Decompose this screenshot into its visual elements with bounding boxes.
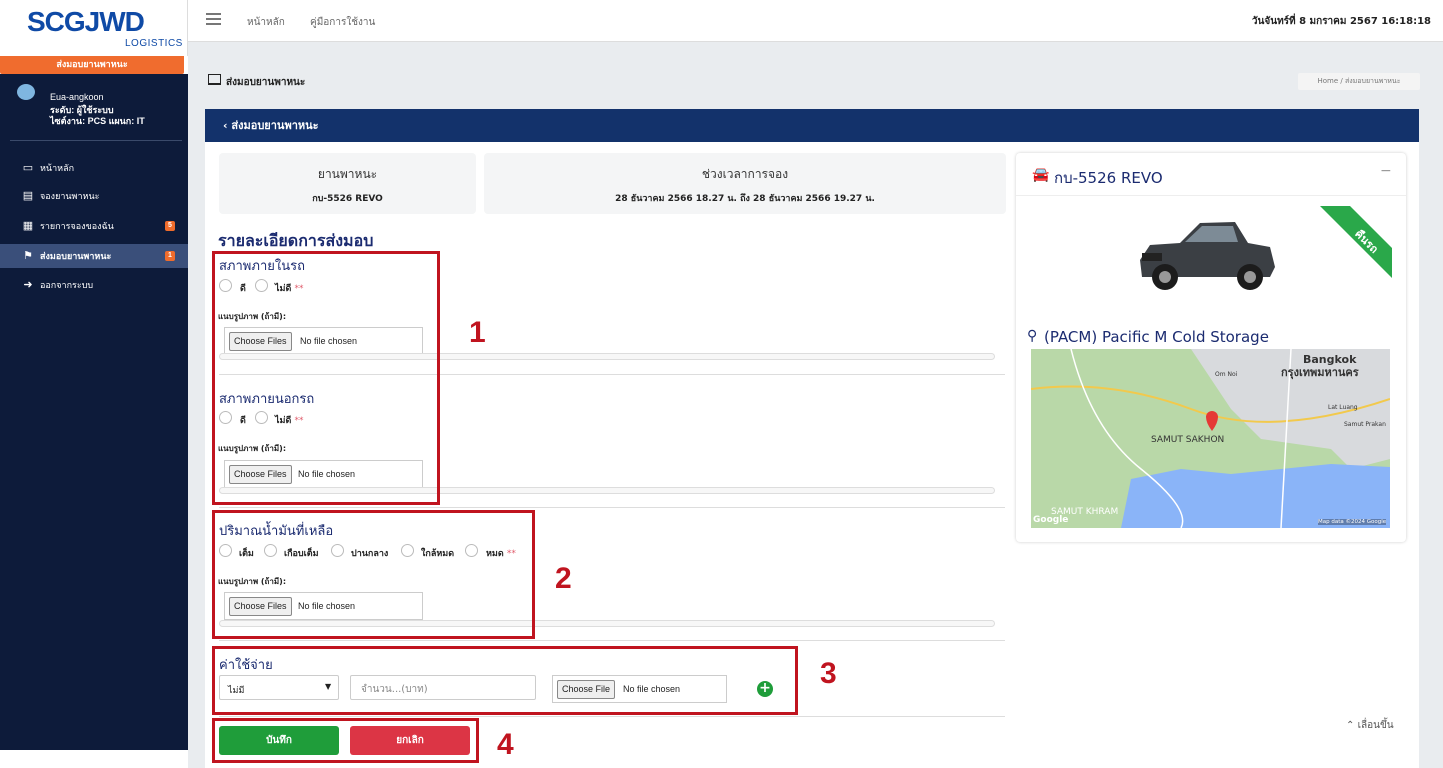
- sidebar-item-label: ส่งมอบยานพาหนะ: [40, 251, 112, 261]
- sidebar-item-logout[interactable]: ➜ ออกจากระบบ: [0, 273, 188, 297]
- annotation-box-1: [212, 251, 440, 505]
- brand-bar: ส่งมอบยานพาหนะ: [0, 56, 184, 74]
- card-title-text: ส่งมอบยานพาหนะ: [231, 119, 319, 132]
- user-site: ไซต์งาน: PCS แผนก: IT: [50, 116, 145, 126]
- annotation-box-2: [212, 510, 535, 639]
- monitor-icon: ▭: [22, 162, 34, 174]
- divider: [219, 716, 1005, 717]
- user-name: Eua-angkoon: [50, 92, 104, 102]
- monitor-icon: [208, 74, 221, 85]
- map-label: Lat Luang: [1328, 404, 1358, 411]
- booking-box: ช่วงเวลาการจอง 28 ธันวาคม 2566 18.27 น. …: [484, 153, 1006, 214]
- home-link[interactable]: หน้าหลัก: [247, 15, 285, 30]
- logo-subtext: LOGISTICS: [125, 38, 183, 49]
- map-label: Samut Prakan: [1344, 421, 1386, 428]
- user-panel: Eua-angkoon ระดับ: ผู้ใช้ระบบ ไซต์งาน: P…: [0, 84, 188, 140]
- vehicle-value: กบ-5526 REVO: [312, 194, 383, 204]
- annotation-number-2: 2: [555, 562, 572, 595]
- sidebar-item-label: หน้าหลัก: [40, 163, 75, 173]
- map-label: กรุงเทพมหานคร: [1281, 366, 1359, 379]
- divider: [219, 507, 1005, 508]
- page-title: ส่งมอบยานพาหนะ: [226, 77, 306, 88]
- card-title: ‹ ส่งมอบยานพาหนะ: [223, 119, 319, 132]
- sidebar-item-home[interactable]: ▭ หน้าหลัก: [0, 156, 188, 180]
- brand-logo[interactable]: SCGJWD LOGISTICS: [0, 0, 188, 56]
- sidebar-item-label: จองยานพาหนะ: [40, 191, 100, 201]
- map-credit: Map data ©2024 Google: [1318, 519, 1387, 525]
- sidebar-item-my-bookings[interactable]: ▦ รายการจองของฉัน 5: [0, 214, 188, 238]
- logout-icon: ➜: [23, 279, 33, 291]
- avatar: [17, 84, 35, 100]
- annotation-box-3: [212, 646, 798, 715]
- vehicle-panel-header: 🚘 กบ-5526 REVO −: [1016, 153, 1406, 196]
- breadcrumb[interactable]: Home / ส่งมอบยานพาหนะ: [1298, 73, 1420, 90]
- logo-text: SCGJWD: [27, 6, 145, 37]
- sidebar-item-label: รายการจองของฉัน: [40, 221, 114, 231]
- sidebar-item-book[interactable]: ▤ จองยานพาหนะ: [0, 184, 188, 208]
- vehicle-image: [1140, 222, 1275, 290]
- location-name: (PACM) Pacific M Cold Storage: [1044, 328, 1269, 346]
- collapse-button[interactable]: −: [1380, 163, 1392, 179]
- divider: [219, 640, 1005, 641]
- google-logo: Google: [1033, 515, 1069, 525]
- return-ribbon: คืนรถ: [1320, 206, 1392, 278]
- calendar-icon: ▦: [22, 220, 34, 232]
- nav-divider: [10, 140, 182, 141]
- document-icon: ▤: [22, 190, 34, 202]
- panel-plate: กบ-5526 REVO: [1054, 169, 1163, 187]
- scroll-top-link[interactable]: ⌃ เลื่อนขึ้น: [1346, 718, 1394, 733]
- car-icon: 🚘: [1032, 167, 1050, 183]
- datetime: วันจันทร์ที่ 8 มกราคม 2567 16:18:18: [1251, 16, 1431, 27]
- annotation-box-4: [212, 718, 479, 763]
- sidebar-item-label: ออกจากระบบ: [40, 280, 94, 290]
- map-label: SAMUT SAKHON: [1151, 435, 1225, 445]
- booking-label: ช่วงเวลาการจอง: [701, 167, 789, 181]
- page-header: ส่งมอบยานพาหนะ: [200, 64, 1443, 96]
- manual-link[interactable]: คู่มือการใช้งาน: [310, 15, 375, 30]
- count-badge: 5: [165, 221, 175, 231]
- scroll-top-text: เลื่อนขึ้น: [1357, 720, 1394, 731]
- map[interactable]: Bangkok กรุงเทพมหานคร SAMUT SAKHON SAMUT…: [1031, 349, 1390, 528]
- vehicle-label: ยานพาหนะ: [317, 167, 378, 181]
- vehicle-box: ยานพาหนะ กบ-5526 REVO: [219, 153, 476, 214]
- map-pin-icon: ⚲: [1027, 328, 1038, 344]
- count-badge: 1: [165, 251, 175, 261]
- card-header[interactable]: ‹ ส่งมอบยานพาหนะ: [205, 109, 1419, 142]
- flag-icon: ⚑: [23, 250, 33, 262]
- top-bar: หน้าหลัก คู่มือการใช้งาน วันจันทร์ที่ 8 …: [188, 0, 1443, 42]
- annotation-number-1: 1: [469, 316, 486, 349]
- map-label: Om Noi: [1215, 371, 1238, 378]
- sidebar-item-handover[interactable]: ⚑ ส่งมอบยานพาหนะ 1: [0, 244, 188, 268]
- booking-value: 28 ธันวาคม 2566 18.27 น. ถึง 28 ธันวาคม …: [615, 194, 875, 204]
- annotation-number-4: 4: [497, 728, 514, 761]
- annotation-number-3: 3: [820, 657, 837, 690]
- menu-icon[interactable]: [206, 13, 221, 25]
